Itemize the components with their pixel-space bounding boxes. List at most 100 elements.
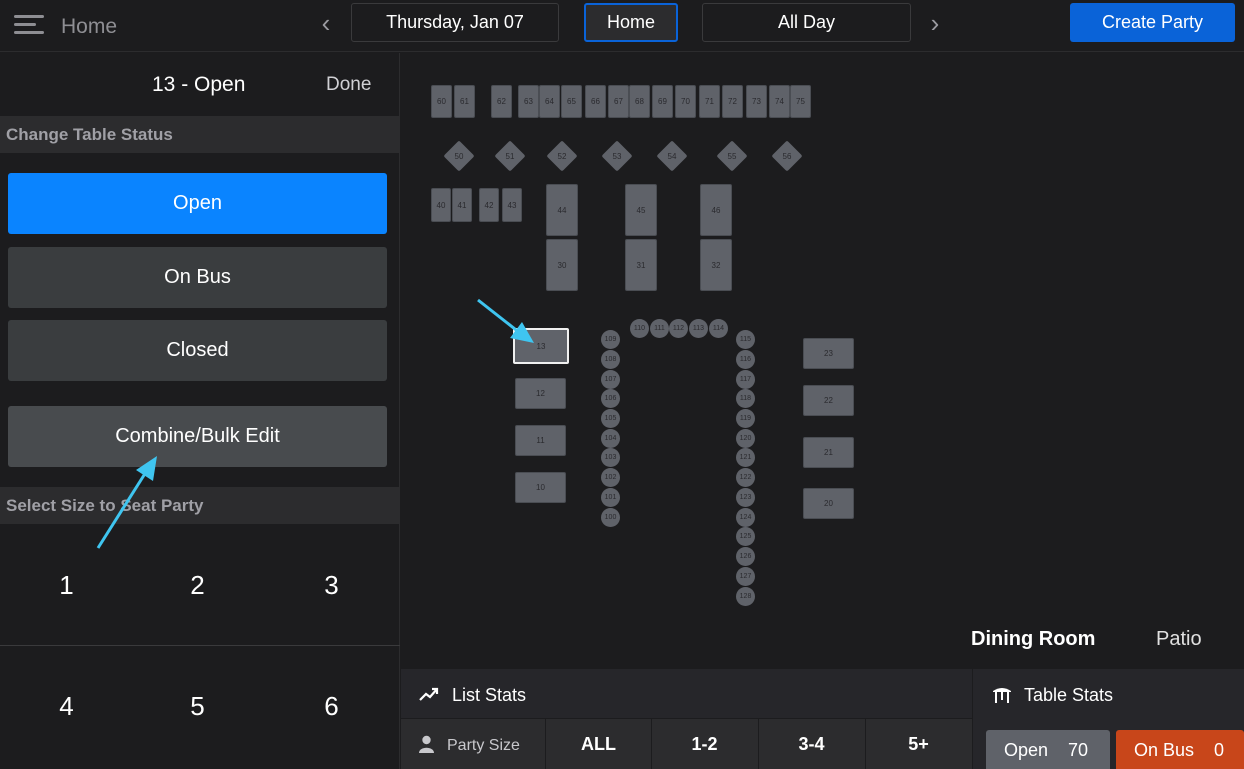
seat-107[interactable]: 107 — [601, 370, 620, 389]
table-45[interactable]: 45 — [625, 184, 657, 236]
person-icon — [419, 735, 434, 753]
filter-5-plus[interactable]: 5+ — [865, 719, 971, 769]
seat-109[interactable]: 109 — [601, 330, 620, 349]
table-11[interactable]: 11 — [515, 425, 566, 456]
room-tab-patio[interactable]: Patio — [1156, 628, 1202, 651]
on-bus-label: On Bus — [1134, 739, 1195, 760]
seat-117[interactable]: 117 — [736, 370, 755, 389]
open-count-badge[interactable]: Open 70 — [986, 730, 1110, 769]
filter-3-4[interactable]: 3-4 — [758, 719, 864, 769]
on-bus-count-badge[interactable]: On Bus 0 — [1116, 730, 1244, 769]
seat-124[interactable]: 124 — [736, 508, 755, 527]
table-73[interactable]: 73 — [746, 85, 767, 118]
size-2-button[interactable]: 2 — [131, 525, 264, 645]
table-63[interactable]: 63 — [518, 85, 539, 118]
chevron-right-icon[interactable]: › — [924, 10, 946, 36]
seat-103[interactable]: 103 — [601, 448, 620, 467]
shift-selector[interactable]: All Day — [702, 3, 911, 42]
seat-128[interactable]: 128 — [736, 587, 755, 606]
seat-121[interactable]: 121 — [736, 448, 755, 467]
table-71[interactable]: 71 — [699, 85, 720, 118]
table-67[interactable]: 67 — [608, 85, 629, 118]
combine-bulk-edit-button[interactable]: Combine/Bulk Edit — [8, 406, 387, 467]
table-22[interactable]: 22 — [803, 385, 854, 416]
seat-116[interactable]: 116 — [736, 350, 755, 369]
table-40[interactable]: 40 — [431, 188, 451, 222]
list-stats-title: List Stats — [452, 685, 527, 705]
size-6-button[interactable]: 6 — [265, 646, 398, 766]
seat-123[interactable]: 123 — [736, 488, 755, 507]
table-20[interactable]: 20 — [803, 488, 854, 519]
size-header: Select Size to Seat Party — [0, 487, 400, 524]
seat-114[interactable]: 114 — [709, 319, 728, 338]
page-title: Home — [61, 15, 118, 38]
open-count: 70 — [1068, 739, 1089, 760]
seat-102[interactable]: 102 — [601, 468, 620, 487]
table-32[interactable]: 32 — [700, 239, 732, 291]
table-55: 55 — [727, 151, 737, 161]
seat-105[interactable]: 105 — [601, 409, 620, 428]
table-68[interactable]: 68 — [629, 85, 650, 118]
table-62[interactable]: 62 — [491, 85, 512, 118]
table-54: 54 — [667, 151, 677, 161]
table-72[interactable]: 72 — [722, 85, 743, 118]
table-61[interactable]: 61 — [454, 85, 475, 118]
table-12[interactable]: 12 — [515, 378, 566, 409]
table-46[interactable]: 46 — [700, 184, 732, 236]
table-44[interactable]: 44 — [546, 184, 578, 236]
seat-122[interactable]: 122 — [736, 468, 755, 487]
filter-all[interactable]: ALL — [545, 719, 651, 769]
seat-112[interactable]: 112 — [669, 319, 688, 338]
table-stats-panel: Table Stats Open 70 On Bus 0 — [973, 669, 1244, 769]
table-66[interactable]: 66 — [585, 85, 606, 118]
table-42[interactable]: 42 — [479, 188, 499, 222]
room-tab-dining-room[interactable]: Dining Room — [971, 628, 1095, 651]
chevron-left-icon[interactable]: ‹ — [315, 10, 337, 36]
seat-104[interactable]: 104 — [601, 429, 620, 448]
table-21[interactable]: 21 — [803, 437, 854, 468]
table-31[interactable]: 31 — [625, 239, 657, 291]
table-43[interactable]: 43 — [502, 188, 522, 222]
status-closed-button[interactable]: Closed — [8, 320, 387, 381]
table-65[interactable]: 65 — [561, 85, 582, 118]
table-74[interactable]: 74 — [769, 85, 790, 118]
open-label: Open — [1004, 739, 1049, 760]
table-23[interactable]: 23 — [803, 338, 854, 369]
size-4-button[interactable]: 4 — [0, 646, 133, 766]
seat-100[interactable]: 100 — [601, 508, 620, 527]
seat-125[interactable]: 125 — [736, 527, 755, 546]
seat-127[interactable]: 127 — [736, 567, 755, 586]
size-1-button[interactable]: 1 — [0, 525, 133, 645]
seat-119[interactable]: 119 — [736, 409, 755, 428]
table-41[interactable]: 41 — [452, 188, 472, 222]
seat-113[interactable]: 113 — [689, 319, 708, 338]
seat-126[interactable]: 126 — [736, 547, 755, 566]
menu-icon[interactable] — [14, 12, 44, 38]
status-open-button[interactable]: Open — [8, 173, 387, 234]
seat-118[interactable]: 118 — [736, 389, 755, 408]
seat-108[interactable]: 108 — [601, 350, 620, 369]
table-10[interactable]: 10 — [515, 472, 566, 503]
status-onbus-button[interactable]: On Bus — [8, 247, 387, 308]
table-75[interactable]: 75 — [790, 85, 811, 118]
seat-111[interactable]: 111 — [650, 319, 669, 338]
change-status-header: Change Table Status — [0, 116, 400, 153]
done-button[interactable]: Done — [326, 74, 371, 96]
seat-101[interactable]: 101 — [601, 488, 620, 507]
table-30[interactable]: 30 — [546, 239, 578, 291]
create-party-button[interactable]: Create Party — [1070, 3, 1235, 42]
table-64[interactable]: 64 — [539, 85, 560, 118]
size-3-button[interactable]: 3 — [265, 525, 398, 645]
table-60[interactable]: 60 — [431, 85, 452, 118]
table-70[interactable]: 70 — [675, 85, 696, 118]
date-selector[interactable]: Thursday, Jan 07 — [351, 3, 559, 42]
seat-120[interactable]: 120 — [736, 429, 755, 448]
view-selector[interactable]: Home — [584, 3, 678, 42]
table-13[interactable]: 13 — [513, 328, 569, 364]
filter-1-2[interactable]: 1-2 — [651, 719, 757, 769]
seat-106[interactable]: 106 — [601, 389, 620, 408]
table-69[interactable]: 69 — [652, 85, 673, 118]
seat-115[interactable]: 115 — [736, 330, 755, 349]
size-5-button[interactable]: 5 — [131, 646, 264, 766]
seat-110[interactable]: 110 — [630, 319, 649, 338]
